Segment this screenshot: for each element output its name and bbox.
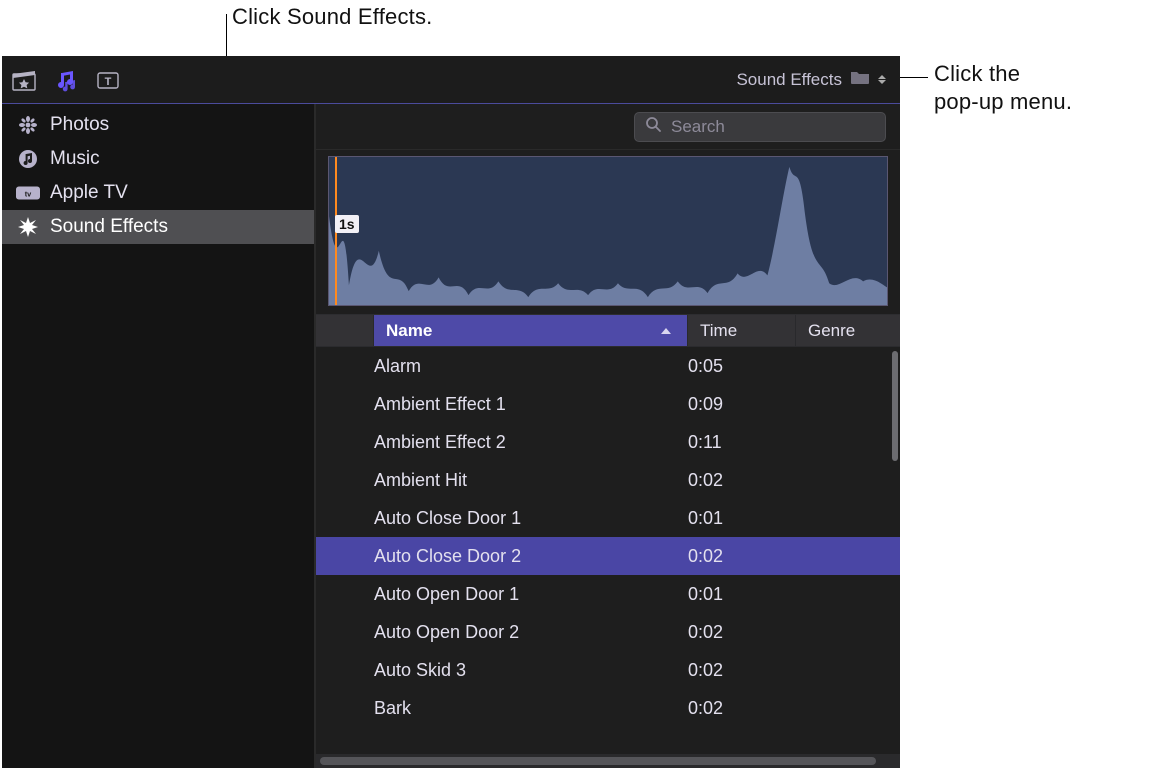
body-split: Photos Music tv Apple TV Sound Effects [2,104,900,768]
table-row[interactable]: Ambient Hit0:02 [316,461,900,499]
search-field[interactable] [634,112,886,142]
cell-time: 0:05 [688,356,796,377]
column-header-genre-label: Genre [808,321,855,341]
folder-icon [850,69,870,90]
column-header-genre[interactable]: Genre [796,315,900,346]
sidebar-item-label: Apple TV [50,182,128,204]
music-browser-icon[interactable] [52,66,80,94]
search-input[interactable] [669,116,894,138]
horizontal-scrollbar[interactable] [316,754,900,768]
waveform-preview[interactable]: 1s [328,156,888,306]
table-header: Name Time Genre [316,315,900,347]
search-icon [645,116,661,137]
cell-name: Alarm [374,356,688,377]
horizontal-scrollbar-thumb[interactable] [320,757,876,765]
up-down-icon [878,73,888,87]
column-header-name-label: Name [386,321,432,341]
cell-time: 0:11 [688,432,796,453]
sidebar-item-label: Photos [50,114,109,136]
category-popup[interactable]: Sound Effects [736,69,888,90]
cell-name: Auto Open Door 1 [374,584,688,605]
table-row[interactable]: Alarm0:05 [316,347,900,385]
table-row[interactable]: Ambient Effect 10:09 [316,385,900,423]
callout-right-line1: Click the [934,60,1072,88]
appletv-icon: tv [16,183,40,203]
cell-time: 0:09 [688,394,796,415]
column-header-time[interactable]: Time [688,315,796,346]
table-row[interactable]: Auto Open Door 10:01 [316,575,900,613]
sidebar-item-label: Music [50,148,100,170]
category-popup-label: Sound Effects [736,70,842,90]
cell-time: 0:02 [688,660,796,681]
callout-top: Click Sound Effects. [232,4,432,30]
svg-text:T: T [105,76,112,88]
cell-name: Ambient Effect 2 [374,432,688,453]
sidebar-item-music[interactable]: Music [2,142,314,176]
sort-ascending-icon [661,328,671,334]
sidebar-item-label: Sound Effects [50,216,168,238]
callout-leader-right [896,77,928,78]
sidebar: Photos Music tv Apple TV Sound Effects [2,104,316,768]
cell-time: 0:02 [688,622,796,643]
media-browser-window: T Sound Effects [2,56,900,768]
table-row[interactable]: Auto Close Door 10:01 [316,499,900,537]
cell-name: Auto Close Door 2 [374,546,688,567]
cell-time: 0:01 [688,508,796,529]
vertical-scrollbar[interactable] [892,351,898,461]
callout-right-line2: pop-up menu. [934,88,1072,116]
column-header-time-label: Time [700,321,737,341]
music-icon [16,149,40,169]
svg-text:tv: tv [25,190,32,199]
column-header-blank[interactable] [316,315,374,346]
clapper-favorite-icon[interactable] [10,66,38,94]
burst-icon [16,217,40,237]
cell-name: Auto Skid 3 [374,660,688,681]
titles-browser-icon[interactable]: T [94,66,122,94]
right-pane: 1s Name Time Genre [316,104,900,768]
table-row[interactable]: Bark0:02 [316,689,900,727]
sidebar-item-photos[interactable]: Photos [2,108,314,142]
table-body[interactable]: Alarm0:05Ambient Effect 10:09Ambient Eff… [316,347,900,754]
cell-name: Ambient Hit [374,470,688,491]
flower-icon [16,115,40,135]
cell-name: Ambient Effect 1 [374,394,688,415]
cell-time: 0:01 [688,584,796,605]
table-row[interactable]: Auto Skid 30:02 [316,651,900,689]
table-row[interactable]: Auto Close Door 20:02 [316,537,900,575]
toolbar: T Sound Effects [2,56,900,104]
cell-name: Bark [374,698,688,719]
cell-name: Auto Close Door 1 [374,508,688,529]
audio-table: Name Time Genre Alarm0:05Ambient Effect … [316,314,900,768]
cell-time: 0:02 [688,470,796,491]
cell-time: 0:02 [688,546,796,567]
sidebar-item-sound-effects[interactable]: Sound Effects [2,210,314,244]
cell-time: 0:02 [688,698,796,719]
table-row[interactable]: Ambient Effect 20:11 [316,423,900,461]
table-row[interactable]: Auto Open Door 20:02 [316,613,900,651]
waveform-time-badge: 1s [335,215,359,233]
search-row [316,104,900,150]
waveform-graphic [329,157,887,305]
cell-name: Auto Open Door 2 [374,622,688,643]
column-header-name[interactable]: Name [374,315,688,346]
callout-right: Click the pop-up menu. [934,60,1072,115]
toolbar-tabs: T [10,66,122,94]
sidebar-item-appletv[interactable]: tv Apple TV [2,176,314,210]
